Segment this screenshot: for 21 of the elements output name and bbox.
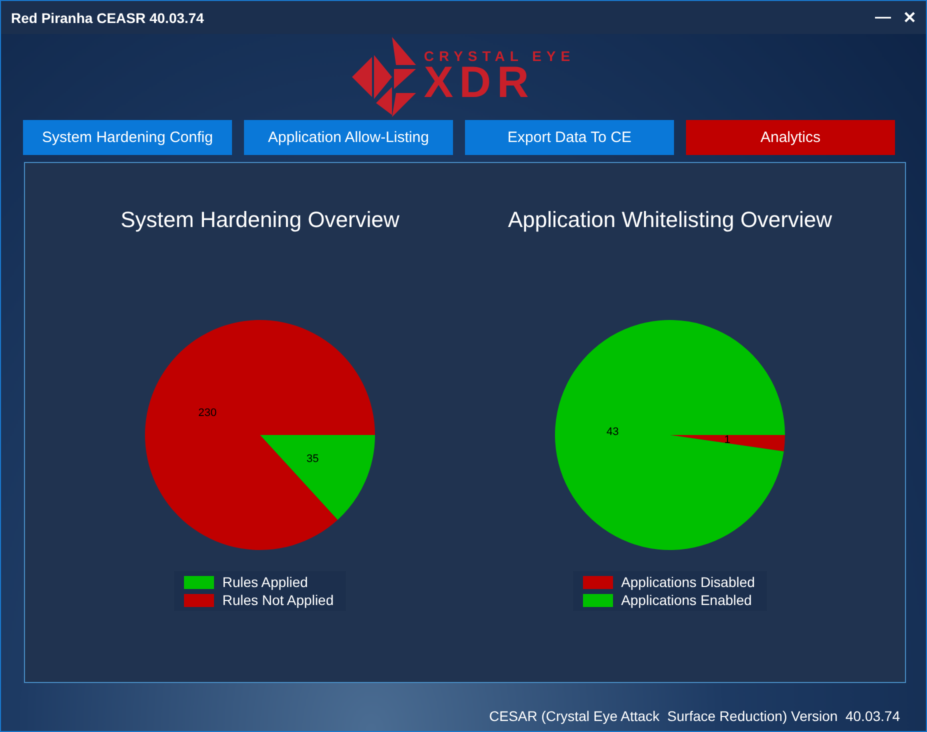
legend-label: Rules Not Applied [222,592,334,608]
slice-label: 43 [606,426,619,438]
version-text: CESAR (Crystal Eye Attack Surface Reduction) Version 40.03.74 [489,708,900,724]
logo-icon [352,37,416,117]
nav-tab[interactable]: Analytics [686,120,895,155]
chart-title: System Hardening Overview [120,207,400,233]
window-title: Red Piranha CEASR 40.03.74 [11,10,205,26]
logo-text: XDR [424,61,535,105]
slice-label: 1 [724,434,730,446]
nav-tab[interactable]: Export Data To CE [465,120,674,155]
slice-label: 35 [306,453,319,466]
slice-label: 230 [198,406,217,419]
legend-label: Applications Enabled [621,592,752,608]
chart-title: Application Whitelisting Overview [508,207,832,233]
logo-text: CRYSTAL EYE [424,49,576,63]
nav-tab[interactable]: System Hardening Config [23,120,232,155]
legend-label: Rules Applied [222,574,308,590]
legend-label: Applications Disabled [621,574,755,590]
minimize-button[interactable]: — [875,8,891,26]
close-button[interactable]: ✕ [903,8,916,28]
nav-tab[interactable]: Application Allow-Listing [244,120,453,155]
